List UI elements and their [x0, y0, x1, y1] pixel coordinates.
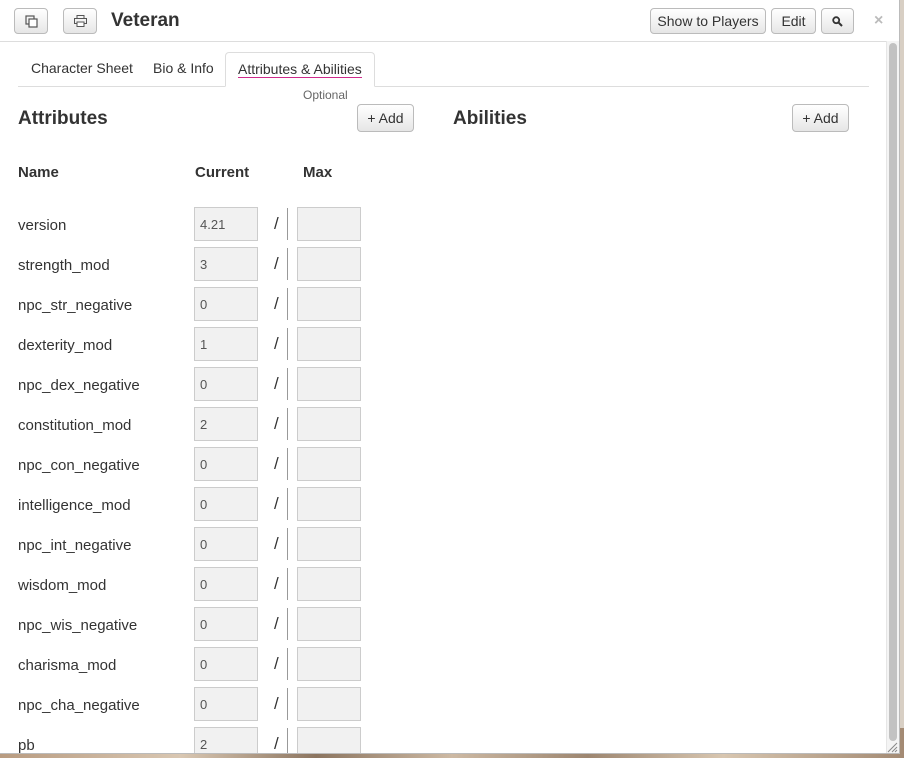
- character-dialog: Veteran Show to Players Edit × Character…: [0, 0, 900, 754]
- attribute-separator: /: [274, 494, 279, 513]
- attribute-max-input[interactable]: [297, 527, 361, 561]
- divider: [287, 728, 288, 753]
- divider: [287, 208, 288, 240]
- attribute-name: version: [18, 217, 67, 234]
- attribute-separator: /: [274, 734, 279, 753]
- attribute-separator: /: [274, 614, 279, 633]
- divider: [287, 368, 288, 400]
- attribute-name: npc_int_negative: [18, 537, 132, 554]
- close-icon[interactable]: ×: [874, 12, 883, 30]
- edit-button[interactable]: Edit: [771, 8, 816, 34]
- tab-bio-info[interactable]: Bio & Info: [141, 52, 226, 86]
- attribute-current-input[interactable]: 3: [194, 247, 258, 281]
- attribute-current-input[interactable]: 2: [194, 407, 258, 441]
- attribute-name: wisdom_mod: [18, 577, 107, 594]
- attribute-max-input[interactable]: [297, 207, 361, 241]
- search-button[interactable]: [821, 8, 854, 34]
- attribute-current-input[interactable]: 1: [194, 327, 258, 361]
- abilities-heading: Abilities: [453, 108, 527, 129]
- attribute-current-input[interactable]: 0: [194, 447, 258, 481]
- column-header-name: Name: [18, 164, 59, 181]
- attribute-current-input[interactable]: 4.21: [194, 207, 258, 241]
- add-ability-button[interactable]: + Add: [792, 104, 849, 132]
- attribute-row: pb 2 /: [0, 727, 380, 754]
- divider: [287, 568, 288, 600]
- attribute-current-input[interactable]: 0: [194, 487, 258, 521]
- attribute-separator: /: [274, 334, 279, 353]
- attribute-name: npc_con_negative: [18, 457, 140, 474]
- attribute-separator: /: [274, 654, 279, 673]
- attribute-current-input[interactable]: 0: [194, 567, 258, 601]
- attribute-name: npc_wis_negative: [18, 617, 138, 634]
- attribute-current-input[interactable]: 0: [194, 527, 258, 561]
- print-icon: [73, 15, 87, 27]
- divider: [287, 528, 288, 560]
- divider: [287, 648, 288, 680]
- attribute-current-input[interactable]: 0: [194, 367, 258, 401]
- attribute-current-input[interactable]: 0: [194, 287, 258, 321]
- divider: [287, 448, 288, 480]
- resize-handle-icon[interactable]: [886, 740, 898, 753]
- attribute-max-input[interactable]: [297, 327, 361, 361]
- popout-button[interactable]: [14, 8, 48, 34]
- show-to-players-button[interactable]: Show to Players: [650, 8, 766, 34]
- attributes-heading: Attributes: [18, 108, 108, 129]
- attribute-name: constitution_mod: [18, 417, 132, 434]
- attribute-separator: /: [274, 214, 279, 233]
- attribute-max-input[interactable]: [297, 447, 361, 481]
- attribute-max-input[interactable]: [297, 287, 361, 321]
- divider: [287, 248, 288, 280]
- attribute-separator: /: [274, 374, 279, 393]
- popout-icon: [24, 14, 38, 28]
- attribute-separator: /: [274, 574, 279, 593]
- attribute-name: npc_cha_negative: [18, 697, 140, 714]
- attribute-max-input[interactable]: [297, 367, 361, 401]
- attribute-max-input[interactable]: [297, 487, 361, 521]
- tab-attributes-abilities[interactable]: Attributes & Abilities: [225, 52, 375, 87]
- attribute-max-input[interactable]: [297, 247, 361, 281]
- attribute-name: dexterity_mod: [18, 337, 113, 354]
- attribute-separator: /: [274, 254, 279, 273]
- divider: [287, 328, 288, 360]
- divider: [287, 488, 288, 520]
- attribute-name: npc_dex_negative: [18, 377, 140, 394]
- column-header-max: Max: [303, 164, 333, 181]
- attribute-max-input[interactable]: [297, 647, 361, 681]
- attribute-name: strength_mod: [18, 257, 110, 274]
- add-attribute-button[interactable]: + Add: [357, 104, 414, 132]
- divider: [287, 408, 288, 440]
- attribute-current-input[interactable]: 0: [194, 687, 258, 721]
- attribute-separator: /: [274, 294, 279, 313]
- tab-character-sheet[interactable]: Character Sheet: [19, 52, 145, 86]
- attribute-separator: /: [274, 414, 279, 433]
- divider: [287, 608, 288, 640]
- dialog-titlebar: Veteran Show to Players Edit ×: [0, 0, 899, 42]
- attribute-max-input[interactable]: [297, 687, 361, 721]
- attribute-max-input[interactable]: [297, 407, 361, 441]
- divider: [287, 288, 288, 320]
- column-header-current: Current: [195, 164, 250, 181]
- attribute-current-input[interactable]: 0: [194, 607, 258, 641]
- attribute-separator: /: [274, 534, 279, 553]
- attribute-current-input[interactable]: 2: [194, 727, 258, 753]
- attribute-name: charisma_mod: [18, 657, 117, 674]
- scrollbar-thumb[interactable]: [889, 43, 897, 741]
- attribute-name: pb: [18, 737, 35, 754]
- attribute-max-input[interactable]: [297, 567, 361, 601]
- search-icon: [832, 15, 843, 27]
- tab-bar: Character Sheet Bio & Info Attributes & …: [18, 52, 869, 87]
- attribute-name: intelligence_mod: [18, 497, 131, 514]
- dialog-title: Veteran: [111, 10, 180, 31]
- attribute-max-input[interactable]: [297, 607, 361, 641]
- divider: [287, 688, 288, 720]
- attribute-separator: /: [274, 694, 279, 713]
- attribute-current-input[interactable]: 0: [194, 647, 258, 681]
- attribute-name: npc_str_negative: [18, 297, 133, 314]
- attribute-separator: /: [274, 454, 279, 473]
- attribute-max-input[interactable]: [297, 727, 361, 753]
- optional-label: Optional: [303, 88, 348, 102]
- print-button[interactable]: [63, 8, 97, 34]
